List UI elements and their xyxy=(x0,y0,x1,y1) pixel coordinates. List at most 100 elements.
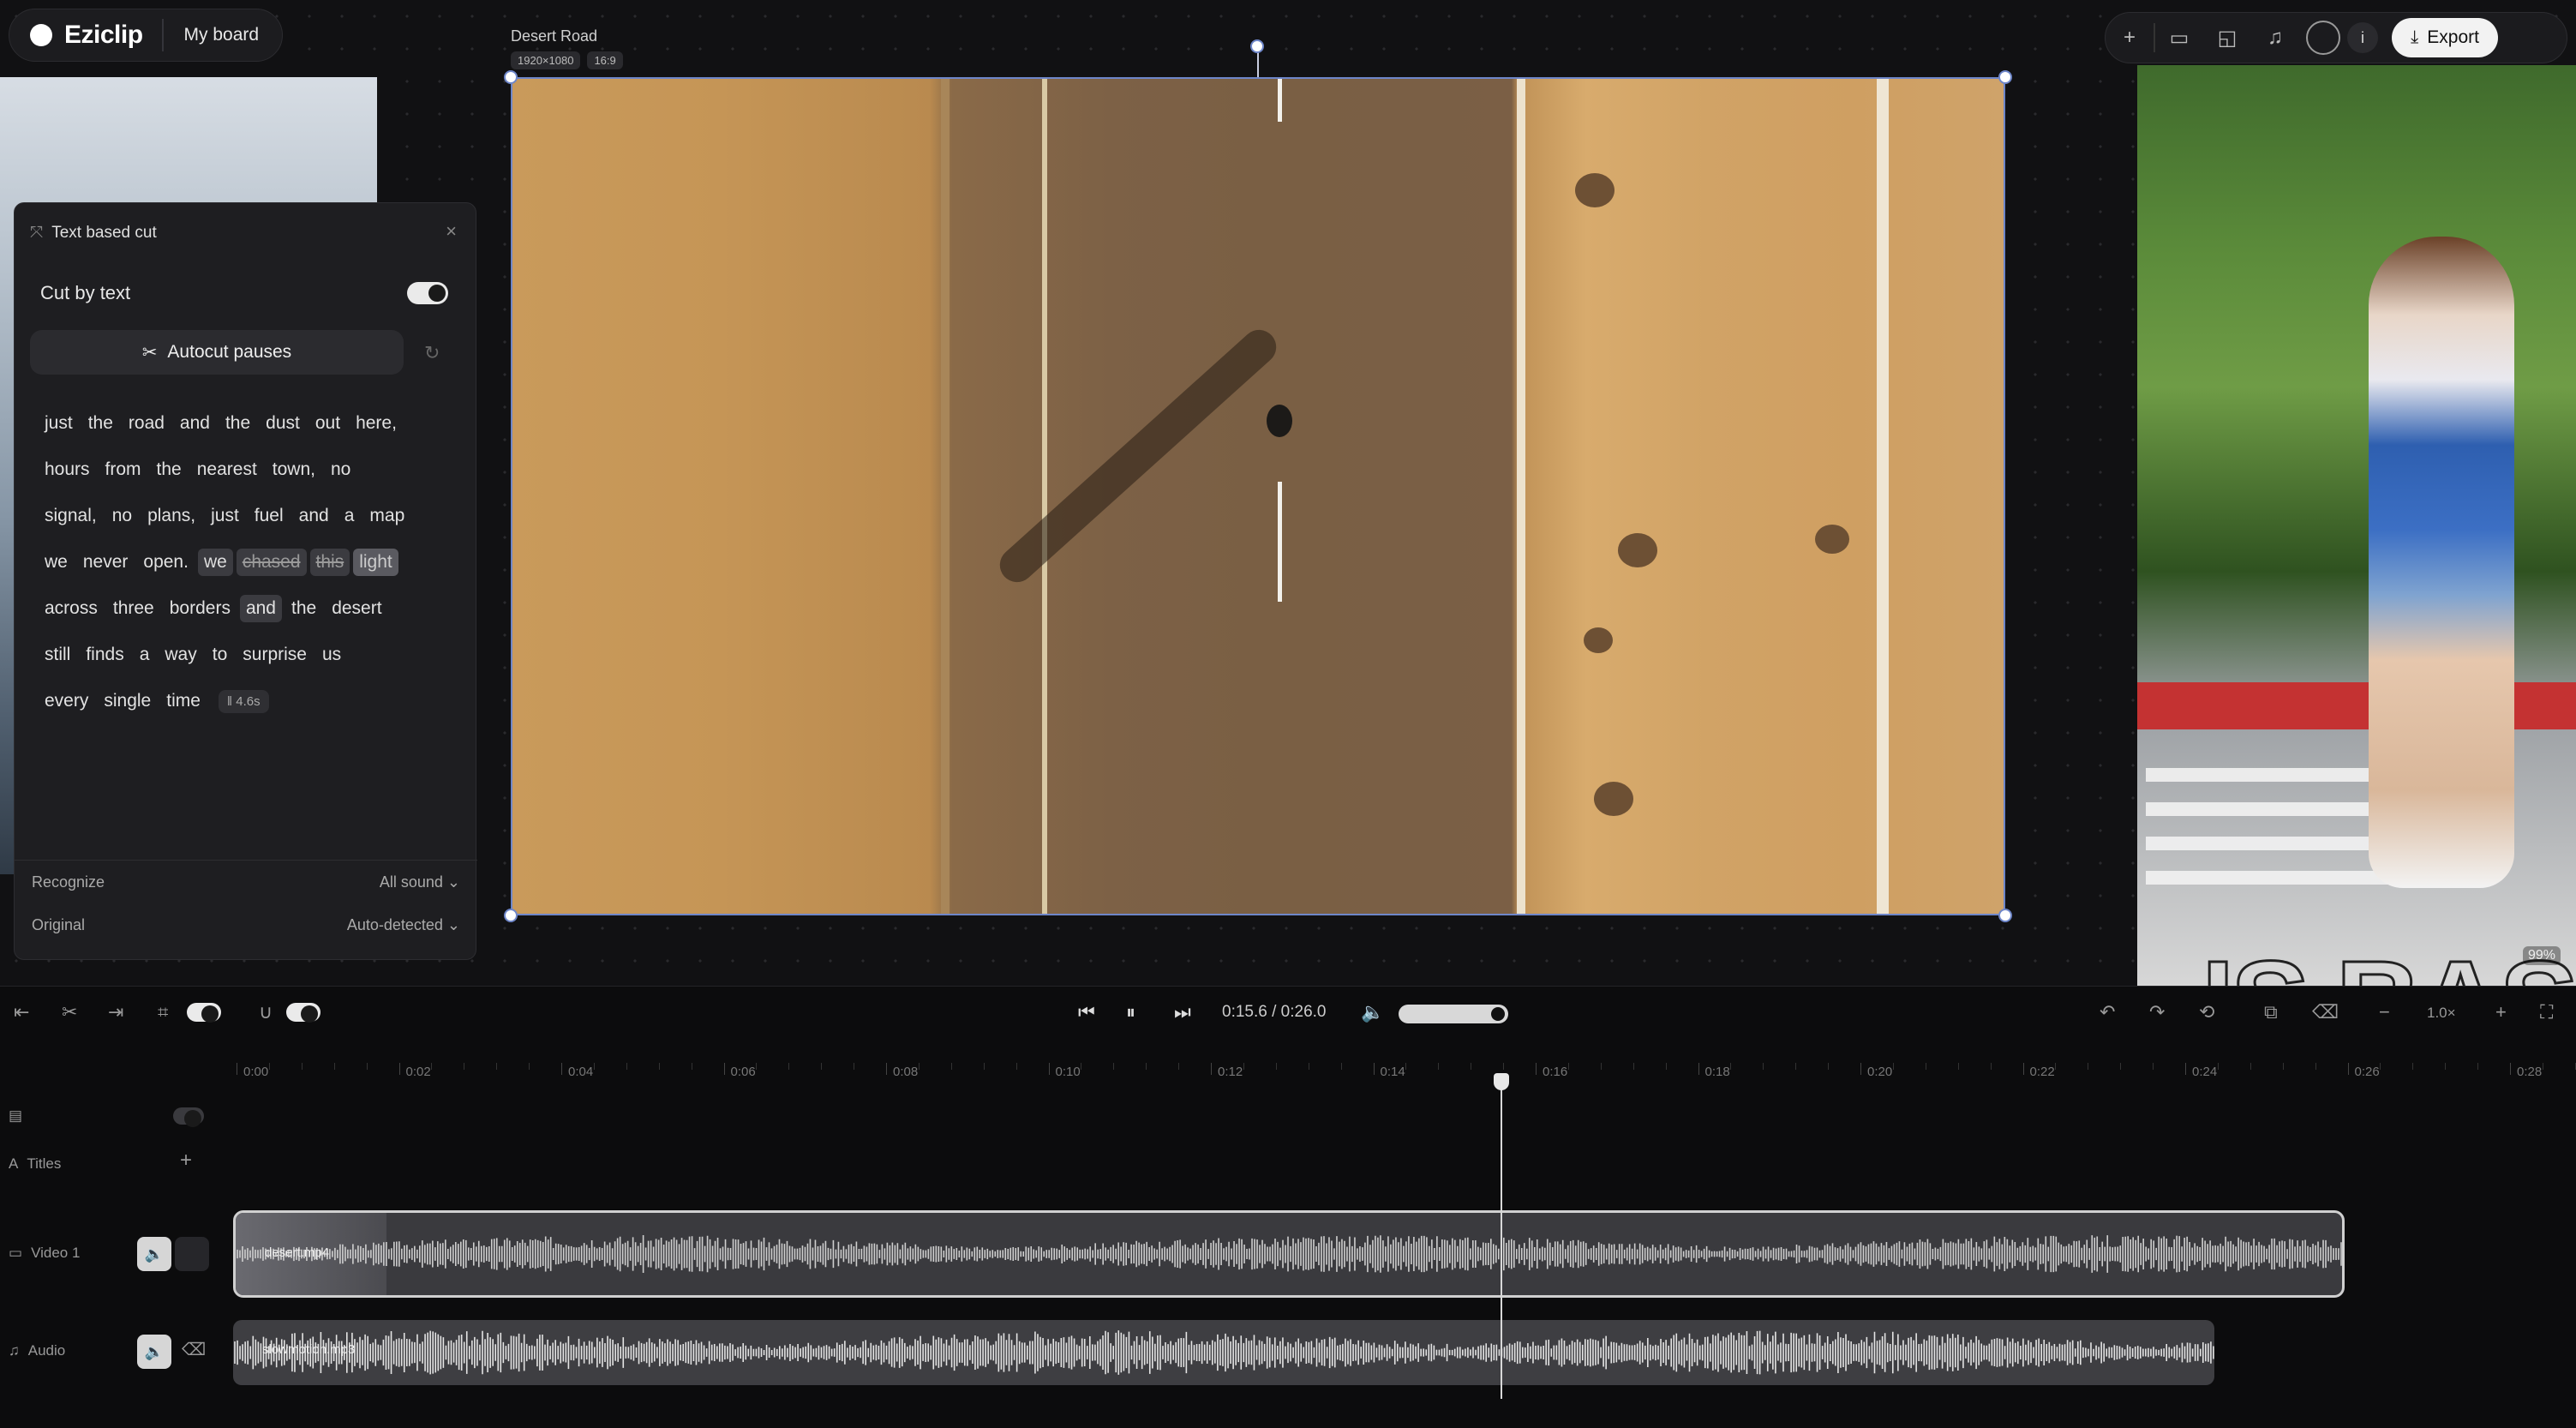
right-clip-thumbnail[interactable]: IS BASIC 99% xyxy=(2137,65,2576,986)
transcript-word[interactable]: and xyxy=(174,410,216,437)
cut-by-text-toggle[interactable] xyxy=(407,282,448,304)
transcript-word[interactable]: finds xyxy=(80,641,129,669)
transcript-word[interactable]: to xyxy=(207,641,234,669)
video-track-extra[interactable] xyxy=(175,1237,209,1271)
music-icon[interactable]: ♫ xyxy=(2251,14,2299,62)
redo-icon[interactable]: ↷ xyxy=(2149,1001,2165,1023)
transcript-word[interactable]: way xyxy=(159,641,202,669)
pause-badge[interactable]: ‖ 4.6s xyxy=(218,689,269,713)
transcript-word[interactable]: single xyxy=(98,687,157,715)
transcript-word[interactable]: just xyxy=(39,410,79,437)
transcript-word[interactable]: plans, xyxy=(141,502,201,530)
autocut-pauses-button[interactable]: ✂ Autocut pauses xyxy=(30,330,404,375)
transcript-word[interactable]: and xyxy=(239,595,282,622)
transcript-word[interactable]: still xyxy=(39,641,76,669)
transcript-word[interactable]: signal, xyxy=(39,502,103,530)
resize-handle-top-right[interactable] xyxy=(1998,70,2012,84)
skip-back-icon[interactable]: ⏮ xyxy=(1078,1001,1095,1023)
folder-icon[interactable]: ▭ xyxy=(2155,14,2203,62)
transcript-word[interactable]: road xyxy=(123,410,171,437)
transcript-word[interactable]: we xyxy=(197,549,233,576)
trim-start-icon[interactable]: ⇤ xyxy=(14,1001,29,1023)
transcript-word[interactable]: this xyxy=(309,549,350,576)
transcript-word[interactable]: out xyxy=(309,410,346,437)
rotate-handle[interactable] xyxy=(1250,39,1264,53)
transcript-word[interactable]: no xyxy=(325,456,356,483)
split-icon[interactable]: ✂ xyxy=(62,1001,77,1023)
aspect-badge[interactable]: 16:9 xyxy=(587,51,623,69)
trim-end-icon[interactable]: ⇥ xyxy=(108,1001,123,1023)
audio-clip[interactable]: slowmotion.mp3 xyxy=(233,1320,2214,1385)
resize-handle-top-left[interactable] xyxy=(504,70,518,84)
magnet-toggle[interactable] xyxy=(286,1003,321,1023)
transcript-word[interactable]: chased xyxy=(236,549,307,576)
transcript-word[interactable]: time xyxy=(160,687,207,715)
transcript-word[interactable]: a xyxy=(134,641,156,669)
pause-icon[interactable]: ⏸ xyxy=(1126,1001,1135,1023)
zoom-in-icon[interactable]: + xyxy=(2495,1001,2507,1023)
transcript-word[interactable]: we xyxy=(39,549,74,576)
transcript-word[interactable]: us xyxy=(316,641,347,669)
transcript-word[interactable]: the xyxy=(151,456,188,483)
original-dropdown[interactable]: Auto-detected ⌄ xyxy=(347,916,460,934)
transcript-word[interactable]: and xyxy=(293,502,335,530)
transcript-word[interactable]: hours xyxy=(39,456,96,483)
zoom-out-icon[interactable]: − xyxy=(2379,1001,2390,1023)
track-visibility-toggle[interactable] xyxy=(173,1107,204,1127)
transcript-word[interactable]: map xyxy=(363,502,410,530)
snap-icon[interactable]: ⌗ xyxy=(158,1001,168,1023)
volume-icon[interactable]: 🔈 xyxy=(1361,1001,1384,1023)
transcript-word[interactable]: the xyxy=(82,410,119,437)
volume-slider[interactable] xyxy=(1399,1005,1508,1023)
playhead[interactable] xyxy=(1501,1073,1502,1399)
audio-track-delete-icon[interactable]: ⌫ xyxy=(182,1339,206,1360)
delete-icon[interactable]: ⌫ xyxy=(2312,1001,2339,1023)
transcript-word[interactable]: desert xyxy=(326,595,387,622)
refresh-icon[interactable]: ↻ xyxy=(424,342,440,364)
transcript-word[interactable]: across xyxy=(39,595,104,622)
close-icon[interactable]: × xyxy=(446,220,457,243)
add-title-icon[interactable]: + xyxy=(180,1149,192,1173)
transcript-word[interactable]: the xyxy=(285,595,322,622)
magnet-icon[interactable]: ∪ xyxy=(259,1001,273,1023)
transcript-word[interactable]: the xyxy=(219,410,256,437)
transcript-word[interactable]: nearest xyxy=(191,456,263,483)
transcript-word[interactable]: open. xyxy=(137,549,195,576)
track-header-toggle[interactable]: ▤ xyxy=(9,1107,22,1125)
transcript-word[interactable]: here, xyxy=(350,410,403,437)
playhead-handle[interactable] xyxy=(1494,1073,1509,1090)
audio-track-volume-icon[interactable]: 🔈 xyxy=(137,1335,171,1369)
transcript-word[interactable]: three xyxy=(107,595,160,622)
original-row[interactable]: Original Auto-detected ⌄ xyxy=(32,916,460,934)
transcript-word[interactable]: fuel xyxy=(249,502,290,530)
resize-handle-bottom-left[interactable] xyxy=(504,909,518,922)
resize-handle-bottom-right[interactable] xyxy=(1998,909,2012,922)
board-name[interactable]: My board xyxy=(184,25,260,45)
transcript-word[interactable]: surprise xyxy=(237,641,313,669)
transcript-word[interactable]: no xyxy=(106,502,138,530)
transcript-word[interactable]: every xyxy=(39,687,94,715)
sticker-icon[interactable]: ◱ xyxy=(2203,14,2251,62)
recognize-row[interactable]: Recognize All sound ⌄ xyxy=(32,873,460,891)
snap-toggle[interactable] xyxy=(187,1003,221,1023)
export-button[interactable]: ⤓ Export xyxy=(2392,18,2498,57)
skip-forward-icon[interactable]: ⏭ xyxy=(1174,1001,1191,1023)
transcript-word[interactable]: a xyxy=(338,502,361,530)
video-clip[interactable]: desert.mp4 xyxy=(233,1210,2345,1298)
add-icon[interactable]: + xyxy=(2106,14,2154,62)
transcript-word[interactable]: town, xyxy=(267,456,321,483)
info-icon[interactable]: i xyxy=(2347,22,2378,53)
main-video-preview[interactable] xyxy=(511,77,2005,915)
transcript-word[interactable]: never xyxy=(77,549,135,576)
transcript-word[interactable]: light xyxy=(353,549,398,576)
transcript-word[interactable]: just xyxy=(205,502,245,530)
time-ruler[interactable]: 0:00 0:02 0:04 0:06 0:08 0:10 0:12 0:14 0:16 0:18… xyxy=(231,1063,2576,1090)
video-track-audio-icon[interactable]: 🔈 xyxy=(137,1237,171,1271)
undo-icon[interactable]: ↶ xyxy=(2100,1001,2115,1023)
globe-icon[interactable] xyxy=(2306,21,2340,55)
duplicate-icon[interactable]: ⧉ xyxy=(2264,1001,2278,1023)
recognize-dropdown[interactable]: All sound ⌄ xyxy=(380,873,460,891)
history-icon[interactable]: ⟲ xyxy=(2199,1001,2214,1023)
fit-icon[interactable]: ⛶ xyxy=(2540,1001,2553,1023)
transcript-word[interactable]: dust xyxy=(260,410,306,437)
